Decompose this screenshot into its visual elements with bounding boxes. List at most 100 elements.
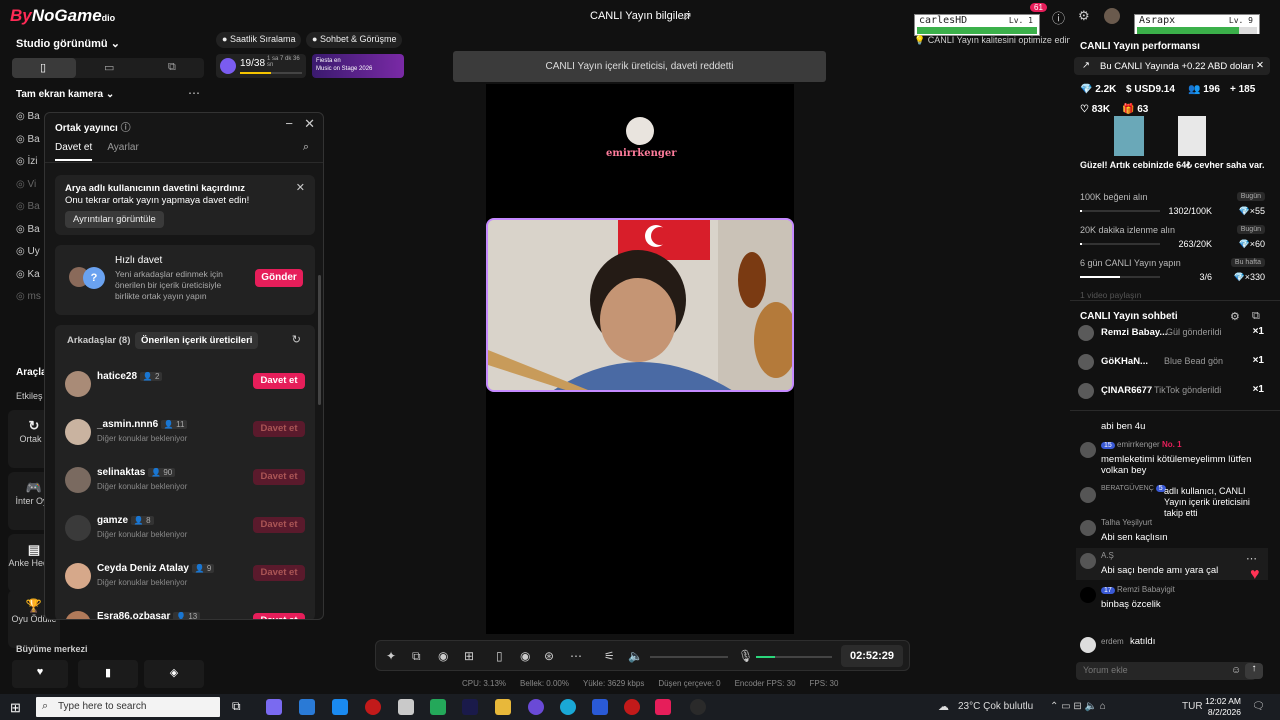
app-icon-4[interactable]: [462, 699, 478, 715]
edit-icon[interactable]: ⧉: [412, 649, 421, 664]
help-icon[interactable]: ⓘ: [121, 123, 131, 134]
studio-view-dropdown[interactable]: Studio görünümü ⌄: [16, 37, 120, 50]
refresh-icon[interactable]: ↻: [292, 333, 301, 346]
fullscreen-camera-dropdown[interactable]: Tam ekran kamera ⌄: [16, 89, 114, 100]
app-icon-2[interactable]: [398, 699, 414, 715]
mic-icon[interactable]: 🎙: [738, 649, 753, 663]
gear-icon[interactable]: ⚙: [1230, 310, 1240, 323]
app-icon-1[interactable]: [365, 699, 381, 715]
hourly-ranking-badge[interactable]: ● Saatlik Sıralama: [216, 32, 302, 48]
menu-stub-7[interactable]: ◎ Uy: [16, 246, 40, 257]
promo-banner[interactable]: Fiesta en Music on Stage 2026: [312, 54, 404, 78]
task-view-icon[interactable]: ⧉: [232, 699, 248, 715]
invite-button-disabled[interactable]: Davet et: [253, 421, 305, 437]
minimize-icon[interactable]: −: [285, 116, 293, 131]
emoji-icon[interactable]: ☺: [1231, 665, 1241, 676]
menu-stub-9[interactable]: ◎ ms: [16, 291, 41, 302]
app-icon-7[interactable]: [690, 699, 706, 715]
list-item: Esra86.ozbasar 👤 13 Davet et: [55, 607, 305, 619]
copilot-icon[interactable]: [266, 699, 282, 715]
scrollbar[interactable]: [318, 275, 321, 405]
send-button[interactable]: Gönder: [255, 269, 303, 287]
avatar[interactable]: [1104, 8, 1120, 24]
volume-slider[interactable]: [650, 656, 728, 658]
app-icon-6[interactable]: [592, 699, 608, 715]
progress-value: 19/38: [240, 58, 266, 69]
close-icon[interactable]: ✕: [304, 116, 315, 132]
more-icon[interactable]: ⋯: [188, 86, 200, 100]
tab-friends[interactable]: Arkadaşlar (8): [67, 335, 130, 346]
send-icon[interactable]: ↑: [1245, 663, 1263, 679]
edge-icon[interactable]: [560, 699, 576, 715]
help-icon[interactable]: ⓘ: [1052, 8, 1065, 27]
tray-icons[interactable]: ⌃ ▭ ⊟ 🔈 ⌂: [1050, 701, 1106, 712]
record-icon[interactable]: ◉: [520, 649, 530, 663]
camera-feed[interactable]: [486, 218, 794, 392]
effects-icon[interactable]: ◉: [438, 649, 448, 663]
menu-stub-5[interactable]: ◎ Ba: [16, 201, 40, 212]
close-icon[interactable]: ✕: [296, 181, 305, 194]
search-icon[interactable]: ⌕: [303, 141, 309, 154]
windows-start-icon[interactable]: ⊞: [10, 700, 21, 716]
mic-level-bar[interactable]: [756, 656, 832, 658]
menu-stub-4[interactable]: ◎ Vi: [16, 179, 36, 190]
live-info-title[interactable]: CANLI Yayın bilgileri: [590, 10, 690, 22]
weather-text[interactable]: 23°C Çok bulutlu: [958, 701, 1033, 712]
menu-stub-3[interactable]: ◎ İzi: [16, 156, 38, 167]
magic-icon[interactable]: ✦: [386, 649, 396, 663]
invite-button-disabled[interactable]: Davet et: [253, 469, 305, 485]
earnings-pill[interactable]: ↗ Bu CANLI Yayında +0.22 ABD doları ✕: [1074, 57, 1270, 75]
folder-icon[interactable]: [495, 699, 511, 715]
growth-item-2[interactable]: ▮: [78, 660, 138, 688]
mail-icon[interactable]: [332, 699, 348, 715]
chat-user: 15 emirrkenger No. 1: [1101, 440, 1182, 449]
menu-stub-8[interactable]: ◎ Ka: [16, 269, 40, 280]
performance-stats: CPU: 3.13% Bellek: 0.00% Yükle: 3629 kbps D…: [462, 679, 852, 688]
promo-line-1: Fiesta en: [316, 58, 341, 64]
more-icon[interactable]: ⋯: [570, 649, 582, 663]
stat-encoder: Encoder FPS: 30: [734, 679, 796, 688]
chat-meet-badge[interactable]: ● Sohbet & Görüşme: [306, 32, 403, 48]
tab-suggested[interactable]: Önerilen içerik üreticileri: [135, 332, 259, 349]
popout-icon[interactable]: ⧉: [1252, 310, 1260, 323]
goal-watch-minutes: 20K dakika izlenme alın Bugün 263/20K 💎×…: [1080, 225, 1265, 255]
menu-stub-2[interactable]: ◎ Ba: [16, 134, 40, 145]
comment-input[interactable]: Yorum ekle: [1076, 662, 1256, 680]
add-source-icon[interactable]: ⊞: [464, 649, 474, 663]
growth-item-1[interactable]: ♥: [12, 660, 68, 688]
tiktok-icon[interactable]: [655, 699, 671, 715]
portrait-icon[interactable]: ▯: [40, 61, 46, 74]
notification-icon[interactable]: 🗨: [1252, 701, 1265, 712]
taskbar-search[interactable]: Type here to search: [36, 697, 220, 717]
tab-invite[interactable]: Davet et: [55, 142, 93, 161]
speaker-icon[interactable]: 🔈: [628, 649, 643, 663]
quality-tip[interactable]: 💡 CANLI Yayın kalitesini optimize edin: [914, 35, 1071, 46]
landscape-icon[interactable]: ▭: [104, 61, 114, 74]
clock[interactable]: 12:02 AM 8/2/2026: [1205, 696, 1241, 718]
split-icon[interactable]: ⧉: [168, 61, 176, 74]
language-indicator[interactable]: TUR: [1182, 701, 1203, 712]
menu-stub-1[interactable]: ◎ Ba: [16, 111, 40, 122]
view-details-button[interactable]: Ayrıntıları görüntüle: [65, 211, 164, 228]
invite-button[interactable]: Davet et: [253, 613, 305, 619]
invite-button-disabled[interactable]: Davet et: [253, 565, 305, 581]
app-icon-5[interactable]: [528, 699, 544, 715]
streamer-avatar: [626, 117, 654, 145]
gear-icon[interactable]: ⚙: [1078, 8, 1090, 24]
share-icon[interactable]: ⇗: [682, 9, 694, 23]
goal-progress-bar: [1080, 210, 1160, 212]
opera-icon[interactable]: [624, 699, 640, 715]
app-icon-3[interactable]: [430, 699, 446, 715]
invite-button[interactable]: Davet et: [253, 373, 305, 389]
phone-icon[interactable]: ▯: [496, 649, 503, 663]
growth-item-3[interactable]: ◈: [144, 660, 204, 688]
progress-badge[interactable]: 19/38 1 sa 7 dk 36 sn: [216, 54, 306, 78]
menu-stub-6[interactable]: ◎ Ba: [16, 224, 40, 235]
more-icon[interactable]: ⋯: [1246, 552, 1257, 565]
store-icon[interactable]: [299, 699, 315, 715]
tab-settings[interactable]: Ayarlar: [107, 142, 139, 159]
invite-button-disabled[interactable]: Davet et: [253, 517, 305, 533]
settings-sliders-icon[interactable]: ⚟: [604, 649, 615, 663]
camera-icon[interactable]: ⊛: [544, 649, 554, 663]
close-icon[interactable]: ✕: [1256, 60, 1264, 71]
